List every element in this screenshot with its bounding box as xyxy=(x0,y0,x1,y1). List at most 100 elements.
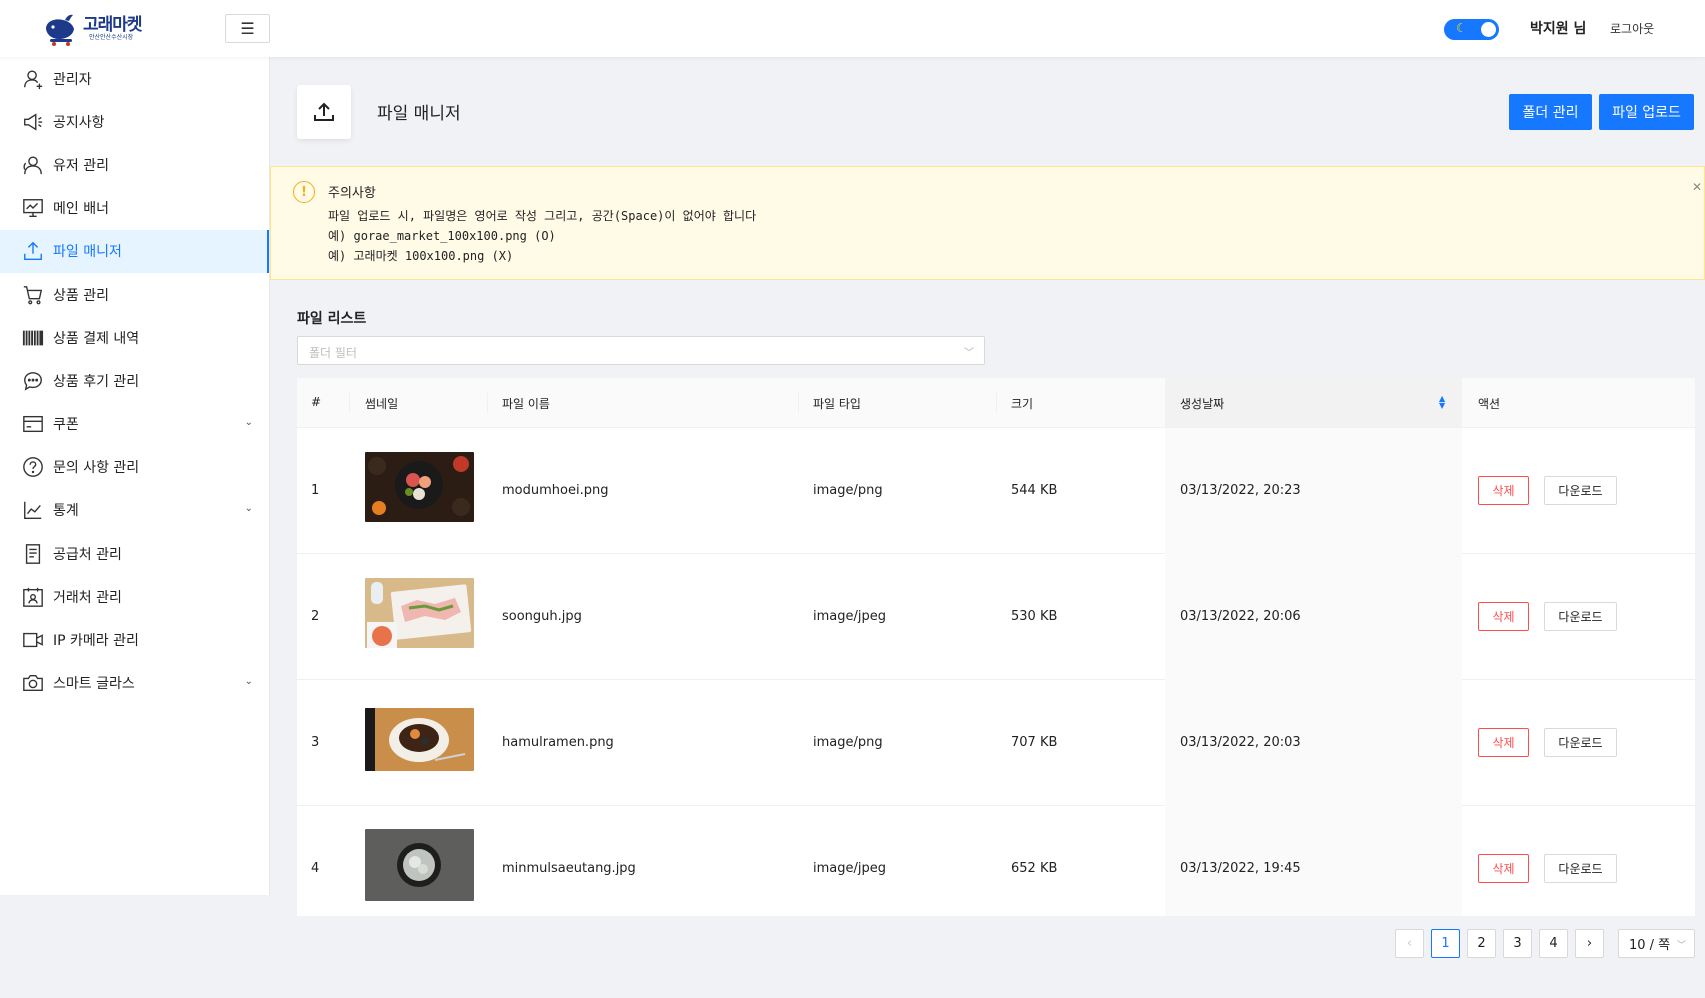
toggle-knob xyxy=(1481,22,1496,37)
page-button-1[interactable]: 1 xyxy=(1431,929,1460,958)
sidebar-item-users[interactable]: 유저 관리 xyxy=(0,143,269,186)
sidebar-item-file-manager[interactable]: 파일 매니저 xyxy=(0,229,269,273)
sidebar-item-main-banner[interactable]: 메인 배너 xyxy=(0,187,269,230)
sidebar-item-label: 공급처 관리 xyxy=(53,546,122,563)
sidebar-item-reviews[interactable]: 상품 후기 관리 xyxy=(0,359,269,402)
file-name: modumhoei.png xyxy=(502,483,609,498)
document-icon xyxy=(22,543,44,565)
file-size: 530 KB xyxy=(1011,609,1058,624)
file-name: hamulramen.png xyxy=(502,735,614,750)
sidebar-item-label: 쿠폰 xyxy=(53,417,79,434)
video-camera-icon xyxy=(22,629,44,651)
download-button[interactable]: 다운로드 xyxy=(1544,476,1617,505)
sidebar-item-admin[interactable]: 관리자 xyxy=(0,57,269,100)
whale-logo-icon xyxy=(46,14,74,46)
barcode-icon xyxy=(22,327,44,349)
sort-icon[interactable]: ▲ ▼ xyxy=(1439,395,1445,410)
camera-icon xyxy=(22,672,44,694)
folder-filter-select[interactable]: 폴더 필터 ﹀ xyxy=(297,336,985,365)
page-button-3[interactable]: 3 xyxy=(1503,929,1532,958)
delete-button[interactable]: 삭제 xyxy=(1478,602,1529,631)
line-chart-icon xyxy=(22,499,44,521)
theme-toggle[interactable]: ☾ xyxy=(1444,19,1499,40)
sidebar-item-label: 문의 사항 관리 xyxy=(53,460,140,477)
logout-link[interactable]: 로그아웃 xyxy=(1610,20,1654,37)
hamburger-icon: ☰ xyxy=(240,19,255,38)
brand-logo[interactable]: 고래마켓 안산안산수산시장 xyxy=(43,10,153,48)
sidebar-item-label: 상품 결제 내역 xyxy=(53,330,140,347)
alert-line: 파일 업로드 시, 파일명은 영어로 작성 그리고, 공간(Space)이 없어… xyxy=(328,209,757,223)
sidebar-item-label: 상품 후기 관리 xyxy=(53,373,140,390)
download-button[interactable]: 다운로드 xyxy=(1544,854,1617,883)
col-created-date[interactable]: 생성날짜 xyxy=(1180,395,1224,412)
page-icon-box xyxy=(297,85,351,139)
page-button-2[interactable]: 2 xyxy=(1467,929,1496,958)
brand-name: 고래마켓 xyxy=(83,15,143,35)
eel-soup-image xyxy=(365,829,474,901)
sidebar-item-inquiries[interactable]: 문의 사항 관리 xyxy=(0,446,269,489)
prev-page-button[interactable]: ‹ xyxy=(1395,929,1424,958)
sidebar-item-label: 파일 매니저 xyxy=(53,244,122,261)
file-created-date: 03/13/2022, 20:23 xyxy=(1180,483,1301,498)
sidebar-item-statistics[interactable]: 통계 ⌄ xyxy=(0,489,269,532)
chevron-down-icon: ﹀ xyxy=(964,348,974,359)
column-divider xyxy=(798,393,799,413)
chevron-down-icon: ⌄ xyxy=(244,675,253,687)
sidebar-item-products[interactable]: 상품 관리 xyxy=(0,273,269,316)
sidebar-item-payments[interactable]: 상품 결제 내역 xyxy=(0,316,269,359)
alert-title: 주의사항 xyxy=(328,186,376,201)
column-divider xyxy=(996,393,997,413)
exclamation-icon: ! xyxy=(293,181,315,203)
column-divider xyxy=(487,393,488,413)
folder-manage-button[interactable]: 폴더 관리 xyxy=(1509,94,1592,130)
fish-slices-image xyxy=(365,578,474,648)
sidebar-item-smart-glass[interactable]: 스마트 글라스 ⌄ xyxy=(0,662,269,705)
table-row: 1 modumhoei.png image/png 544 KB 03/13/2… xyxy=(297,428,1695,554)
sidebar-item-coupons[interactable]: 쿠폰 ⌄ xyxy=(0,403,269,446)
delete-button[interactable]: 삭제 xyxy=(1478,728,1529,757)
row-index: 2 xyxy=(311,609,320,624)
row-index: 4 xyxy=(311,861,320,876)
download-button[interactable]: 다운로드 xyxy=(1544,728,1617,757)
sidebar-item-label: 상품 관리 xyxy=(53,287,109,304)
file-created-date: 03/13/2022, 20:06 xyxy=(1180,609,1301,624)
download-button[interactable]: 다운로드 xyxy=(1544,602,1617,631)
file-upload-button[interactable]: 파일 업로드 xyxy=(1599,94,1694,130)
chevron-right-icon: › xyxy=(1586,936,1593,951)
card-icon xyxy=(22,413,44,435)
file-name: soonguh.jpg xyxy=(502,609,582,624)
top-header: 고래마켓 안산안산수산시장 ☰ ☾ 박지원 님 로그아웃 xyxy=(0,0,1705,57)
sidebar-item-label: 공지사항 xyxy=(53,114,105,131)
file-table: # 썸네일 파일 이름 파일 타입 크기 생성날짜 ▲ ▼ 액션 1 modumh… xyxy=(297,378,1695,916)
close-icon[interactable]: ✕ xyxy=(1692,180,1702,194)
page-size-value: 10 / 쪽 xyxy=(1629,938,1671,953)
sidebar-item-suppliers[interactable]: 공급처 관리 xyxy=(0,532,269,575)
alert-line: 예) gorae_market_100x100.png (O) xyxy=(328,229,556,243)
alert-line: 예) 고래마켓 100x100.png (X) xyxy=(328,249,514,263)
next-page-button[interactable]: › xyxy=(1575,929,1604,958)
sidebar-item-label: 유저 관리 xyxy=(53,157,109,174)
table-header: # 썸네일 파일 이름 파일 타입 크기 생성날짜 ▲ ▼ 액션 xyxy=(297,378,1695,428)
table-row: 3 hamulramen.png image/png 707 KB 03/13/… xyxy=(297,680,1695,806)
file-thumbnail xyxy=(365,452,474,522)
page-button-4[interactable]: 4 xyxy=(1539,929,1568,958)
question-icon xyxy=(22,456,44,478)
delete-button[interactable]: 삭제 xyxy=(1478,854,1529,883)
sashimi-platter-image xyxy=(365,452,474,522)
sidebar-item-notice[interactable]: 공지사항 xyxy=(0,100,269,143)
sidebar-menu: 관리자 공지사항 유저 관리 메인 배너 파일 매니저 상품 관리 상품 결제 … xyxy=(0,57,270,895)
sidebar-item-clients[interactable]: 거래처 관리 xyxy=(0,575,269,618)
notice-alert: ! 주의사항 파일 업로드 시, 파일명은 영어로 작성 그리고, 공간(Spa… xyxy=(270,166,1705,280)
page-size-select[interactable]: 10 / 쪽 ﹀ xyxy=(1618,929,1695,958)
chevron-down-icon: ⌄ xyxy=(244,416,253,428)
file-created-date: 03/13/2022, 20:03 xyxy=(1180,735,1301,750)
menu-toggle-button[interactable]: ☰ xyxy=(225,14,270,43)
chevron-down-icon: ﹀ xyxy=(1676,941,1686,951)
users-icon xyxy=(22,154,44,176)
sidebar-item-label: 스마트 글라스 xyxy=(53,676,135,693)
file-type: image/png xyxy=(813,483,883,498)
sidebar-item-ip-camera[interactable]: IP 카메라 관리 xyxy=(0,618,269,661)
delete-button[interactable]: 삭제 xyxy=(1478,476,1529,505)
col-thumbnail: 썸네일 xyxy=(365,397,399,411)
brand-tagline: 안산안산수산시장 xyxy=(89,34,134,41)
